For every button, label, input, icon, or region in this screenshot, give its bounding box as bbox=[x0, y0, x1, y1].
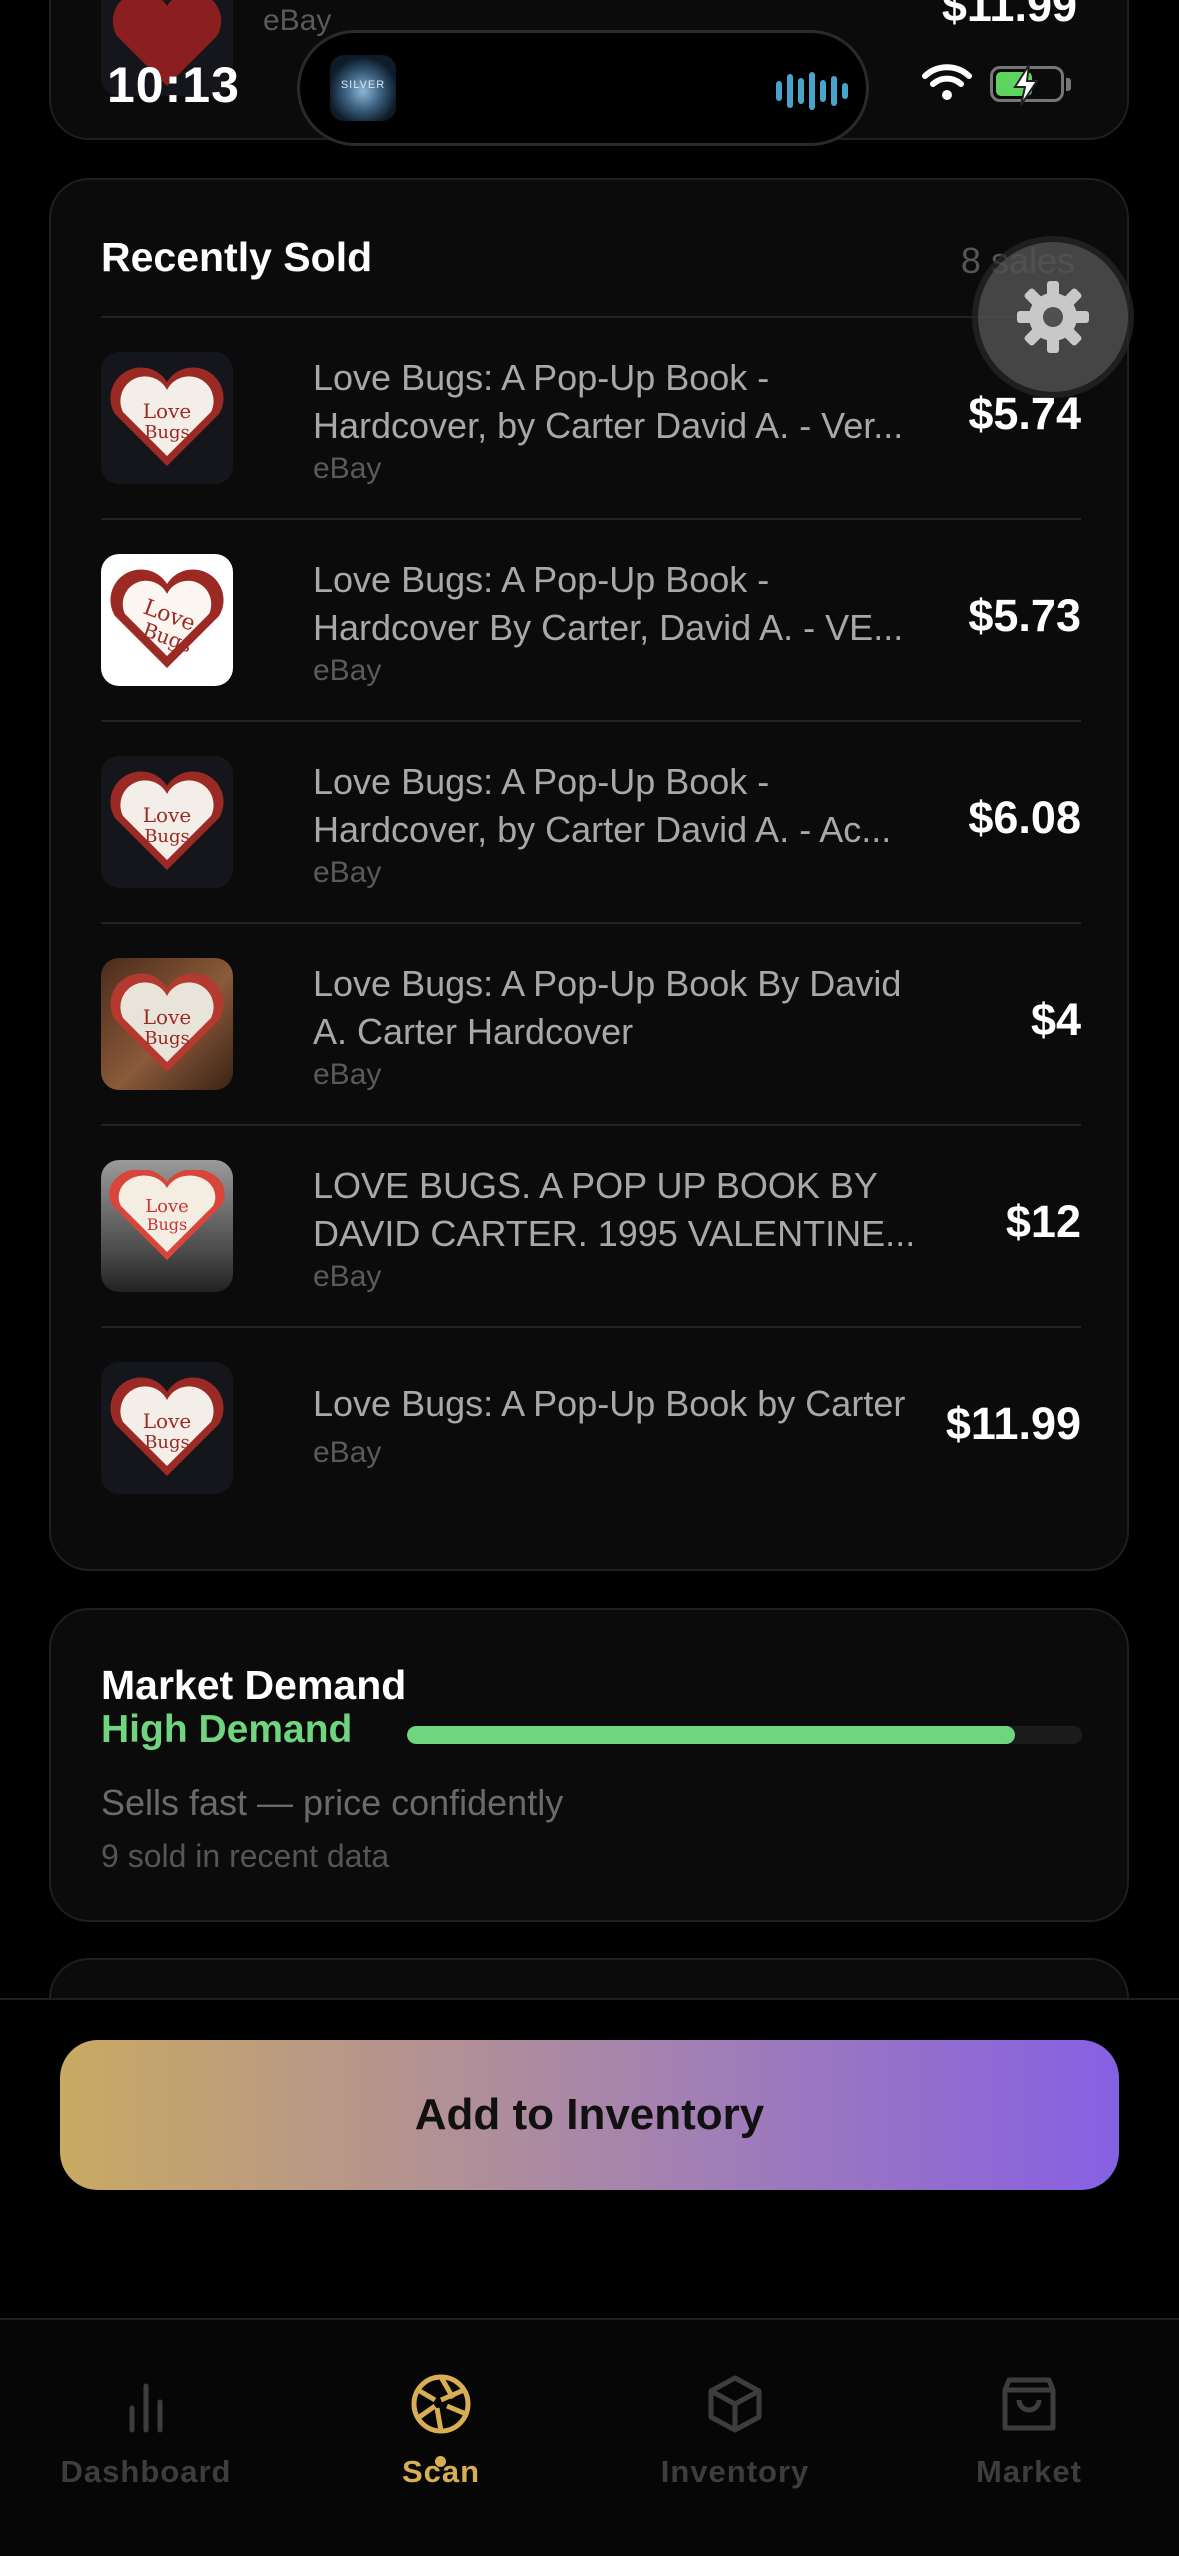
demand-subtitle: Sells fast — price confidently bbox=[101, 1782, 564, 1823]
item-source: eBay bbox=[313, 452, 382, 485]
item-thumbnail: Love Bugs bbox=[101, 1362, 233, 1494]
tab-market[interactable]: Market bbox=[899, 2372, 1159, 2490]
tab-dashboard[interactable]: Dashboard bbox=[16, 2372, 276, 2490]
svg-text:Bugs: Bugs bbox=[144, 826, 190, 847]
sold-item-row[interactable]: Love Bugs Love Bugs: A Pop-Up Book by Car… bbox=[101, 1326, 1081, 1526]
artwork-text: SILVER bbox=[340, 79, 386, 91]
tab-label: Inventory bbox=[660, 2454, 810, 2489]
item-thumbnail: Love Bugs bbox=[101, 756, 233, 888]
item-title: Love Bugs: A Pop-Up Book - Hardcover, by … bbox=[313, 761, 892, 850]
item-thumbnail: Love Bugs bbox=[101, 554, 233, 686]
item-source: eBay bbox=[313, 1436, 382, 1469]
active-tab-indicator bbox=[435, 2456, 446, 2467]
previous-source: eBay bbox=[263, 4, 332, 37]
svg-text:Love: Love bbox=[143, 803, 191, 827]
item-price: $6.08 bbox=[968, 792, 1081, 843]
item-title: Love Bugs: A Pop-Up Book - Hardcover By C… bbox=[313, 559, 904, 648]
svg-text:Love: Love bbox=[145, 1196, 189, 1217]
item-price: $4 bbox=[1030, 994, 1081, 1045]
market-demand-title: Market Demand bbox=[101, 1662, 407, 1708]
audio-waveform-icon bbox=[776, 71, 848, 111]
sold-item-row[interactable]: Love Bugs Love Bugs: A Pop-Up Book By Dav… bbox=[101, 922, 1081, 1124]
charging-bolt-icon bbox=[1013, 64, 1039, 106]
demand-meter bbox=[407, 1726, 1082, 1744]
shopping-bag-icon bbox=[1002, 2377, 1056, 2431]
battery-icon bbox=[990, 64, 1071, 106]
item-source: eBay bbox=[313, 1260, 382, 1293]
tab-scan[interactable]: Scan bbox=[311, 2372, 571, 2490]
tab-label: Dashboard bbox=[60, 2454, 232, 2489]
tab-inventory[interactable]: Inventory bbox=[605, 2372, 865, 2490]
sold-item-row[interactable]: Love Bugs Love Bugs: A Pop-Up Book - Hardc… bbox=[101, 316, 1081, 518]
tab-label: Market bbox=[976, 2454, 1082, 2489]
item-source: eBay bbox=[313, 1058, 382, 1091]
demand-level: High Demand bbox=[101, 1708, 353, 1751]
item-title: Love Bugs: A Pop-Up Book By David A. Cart… bbox=[313, 963, 902, 1052]
gear-icon bbox=[1017, 281, 1089, 353]
item-price: $5.74 bbox=[968, 388, 1081, 439]
settings-button[interactable] bbox=[978, 242, 1128, 392]
status-time: 10:13 bbox=[107, 57, 240, 113]
demand-meter-fill bbox=[407, 1726, 1015, 1744]
box-icon bbox=[708, 2375, 762, 2433]
item-title: Love Bugs: A Pop-Up Book by Carter bbox=[313, 1383, 906, 1424]
market-demand-card: Market Demand High Demand Sells fast — p… bbox=[49, 1608, 1129, 1922]
item-thumbnail: Love Bugs bbox=[101, 958, 233, 1090]
svg-text:Love: Love bbox=[143, 1005, 191, 1029]
svg-text:Love: Love bbox=[143, 1409, 191, 1433]
demand-sold-count: 9 sold in recent data bbox=[101, 1838, 390, 1874]
tab-bar: Dashboard Scan Inventory Market bbox=[0, 2318, 1179, 2556]
item-price: $12 bbox=[1005, 1196, 1081, 1247]
item-thumbnail: Love Bugs bbox=[101, 1160, 233, 1292]
recently-sold-title: Recently Sold bbox=[101, 234, 373, 280]
sold-item-row[interactable]: Love Bugs Love Bugs: A Pop-Up Book - Hardc… bbox=[101, 720, 1081, 922]
sold-item-row[interactable]: Love Bugs Love Bugs: A Pop-Up Book - Hardc… bbox=[101, 518, 1081, 720]
sold-item-row[interactable]: Love Bugs LOVE BUGS. A POP UP BOOK BY DAVI… bbox=[101, 1124, 1081, 1326]
item-title: Love Bugs: A Pop-Up Book - Hardcover, by … bbox=[313, 357, 904, 446]
svg-text:Love: Love bbox=[143, 399, 191, 423]
item-source: eBay bbox=[313, 856, 382, 889]
previous-price: $11.99 bbox=[941, 0, 1077, 31]
item-price: $5.73 bbox=[968, 590, 1081, 641]
svg-text:Bugs: Bugs bbox=[144, 1028, 190, 1049]
item-title: LOVE BUGS. A POP UP BOOK BY DAVID CARTER.… bbox=[313, 1165, 916, 1254]
item-price: $11.99 bbox=[945, 1398, 1081, 1449]
svg-text:Bugs: Bugs bbox=[144, 422, 190, 443]
wifi-icon bbox=[922, 64, 972, 100]
now-playing-artwork: SILVER bbox=[330, 55, 396, 121]
dynamic-island[interactable]: SILVER bbox=[297, 30, 869, 146]
svg-text:Bugs: Bugs bbox=[144, 1432, 190, 1453]
add-to-inventory-button[interactable]: Add to Inventory bbox=[60, 2040, 1119, 2190]
item-source: eBay bbox=[313, 654, 382, 687]
aperture-icon bbox=[411, 2374, 471, 2434]
bar-chart-icon bbox=[129, 2383, 163, 2433]
svg-text:Bugs: Bugs bbox=[147, 1215, 188, 1234]
recently-sold-card: Recently Sold 8 sales LoveBugs Love Bugs… bbox=[49, 178, 1129, 1571]
item-thumbnail: Love Bugs bbox=[101, 352, 233, 484]
